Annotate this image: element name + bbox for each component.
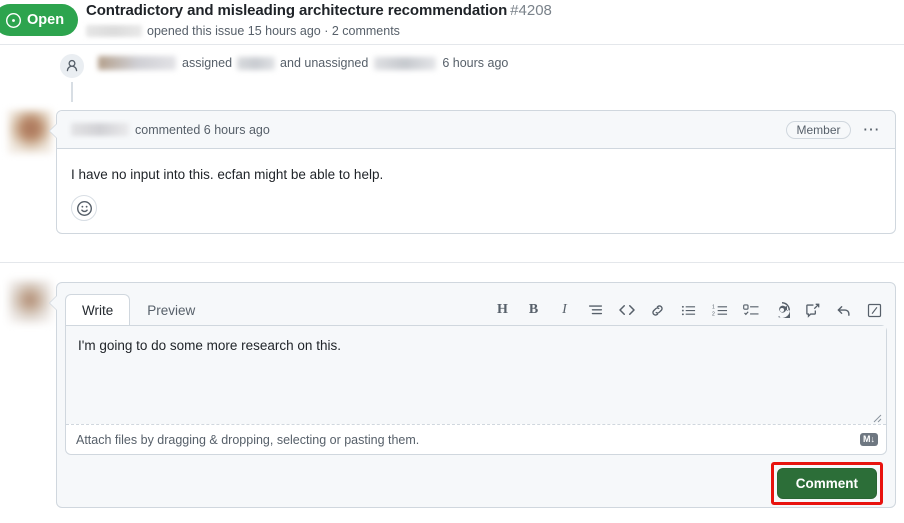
github-issue-page: Open Contradictory and misleading archit… bbox=[0, 0, 904, 523]
unassigned-verb: and unassigned bbox=[280, 56, 369, 70]
issue-opened-icon bbox=[6, 12, 21, 28]
assign-event-text: assigned and unassigned 6 hours ago bbox=[98, 56, 508, 70]
issue-number: #4208 bbox=[510, 2, 552, 19]
editor-shell: Attach files by dragging & dropping, sel… bbox=[65, 325, 887, 455]
heading-icon[interactable]: H bbox=[494, 301, 511, 319]
code-icon[interactable] bbox=[618, 301, 635, 319]
reference-icon[interactable] bbox=[804, 301, 821, 319]
avatar[interactable] bbox=[8, 110, 52, 154]
issue-header: Open Contradictory and misleading archit… bbox=[0, 0, 904, 45]
issue-meta: opened this issue 15 hours ago · 2 comme… bbox=[86, 24, 896, 38]
status-badge-label: Open bbox=[27, 12, 65, 28]
comment-timestamp: commented 6 hours ago bbox=[135, 122, 270, 137]
person-icon bbox=[58, 52, 86, 80]
comment-composer: Write Preview H B I 1 2 I'm going to do … bbox=[49, 282, 896, 508]
saved-reply-icon[interactable] bbox=[835, 301, 852, 319]
assigned-verb: assigned bbox=[182, 56, 233, 70]
status-badge-member: Member bbox=[786, 120, 851, 139]
timeline-assign-row: assigned and unassigned 6 hours ago bbox=[0, 48, 904, 102]
comment-button[interactable]: Comment bbox=[776, 467, 877, 499]
comment-header: commented 6 hours ago Member ⋯ bbox=[57, 111, 895, 149]
page-title: Contradictory and misleading architectur… bbox=[86, 2, 508, 19]
comment-textarea[interactable] bbox=[66, 326, 886, 424]
comment-card: commented 6 hours ago Member ⋯ I have no… bbox=[49, 110, 896, 235]
redacted-commenter-name bbox=[71, 123, 129, 136]
kebab-horizontal-icon[interactable]: ⋯ bbox=[861, 121, 884, 138]
issue-title-wrap: Contradictory and misleading architectur… bbox=[86, 2, 896, 38]
tab-write[interactable]: Write bbox=[65, 294, 131, 326]
markdown-toolbar: H B I 12 bbox=[494, 301, 887, 325]
bold-icon[interactable]: B bbox=[525, 301, 542, 319]
header-divider bbox=[0, 44, 904, 45]
svg-text:2: 2 bbox=[712, 311, 715, 317]
composer-tabs: Write Preview H B I 1 2 bbox=[65, 291, 887, 326]
svg-text:1: 1 bbox=[712, 304, 715, 310]
status-badge-open[interactable]: Open bbox=[0, 4, 79, 36]
comment-header-actions: Member ⋯ bbox=[786, 120, 884, 139]
timeline-connector bbox=[71, 82, 73, 102]
highlight-annotation: Comment bbox=[770, 461, 883, 505]
avatar-current-user[interactable] bbox=[8, 280, 52, 324]
redacted-unassignee-name bbox=[374, 56, 437, 70]
composer-actions: Comment bbox=[65, 455, 887, 507]
markdown-icon: M↓ bbox=[860, 433, 878, 446]
smiley-icon[interactable] bbox=[71, 195, 97, 222]
section-divider bbox=[0, 262, 904, 263]
assign-event-timestamp: 6 hours ago bbox=[442, 56, 509, 70]
redacted-author-name bbox=[86, 25, 142, 37]
slash-command-icon[interactable] bbox=[866, 301, 883, 319]
attach-files-bar[interactable]: Attach files by dragging & dropping, sel… bbox=[66, 424, 886, 454]
comment-body-text: I have no input into this. ecfan might b… bbox=[71, 167, 384, 182]
link-icon[interactable] bbox=[649, 301, 666, 319]
issue-meta-text: opened this issue 15 hours ago · 2 comme… bbox=[147, 24, 400, 38]
quote-icon[interactable] bbox=[587, 301, 604, 319]
redacted-assignee-name bbox=[237, 56, 276, 70]
comment-reaction-row bbox=[57, 189, 895, 233]
attach-files-text: Attach files by dragging & dropping, sel… bbox=[76, 432, 420, 447]
mention-icon[interactable] bbox=[773, 301, 790, 319]
unordered-list-icon[interactable] bbox=[680, 301, 697, 319]
italic-icon[interactable]: I bbox=[556, 301, 573, 319]
task-list-icon[interactable] bbox=[742, 301, 759, 319]
redacted-actor-name bbox=[98, 56, 176, 70]
ordered-list-icon[interactable]: 12 bbox=[711, 301, 728, 319]
tab-preview[interactable]: Preview bbox=[130, 294, 212, 326]
